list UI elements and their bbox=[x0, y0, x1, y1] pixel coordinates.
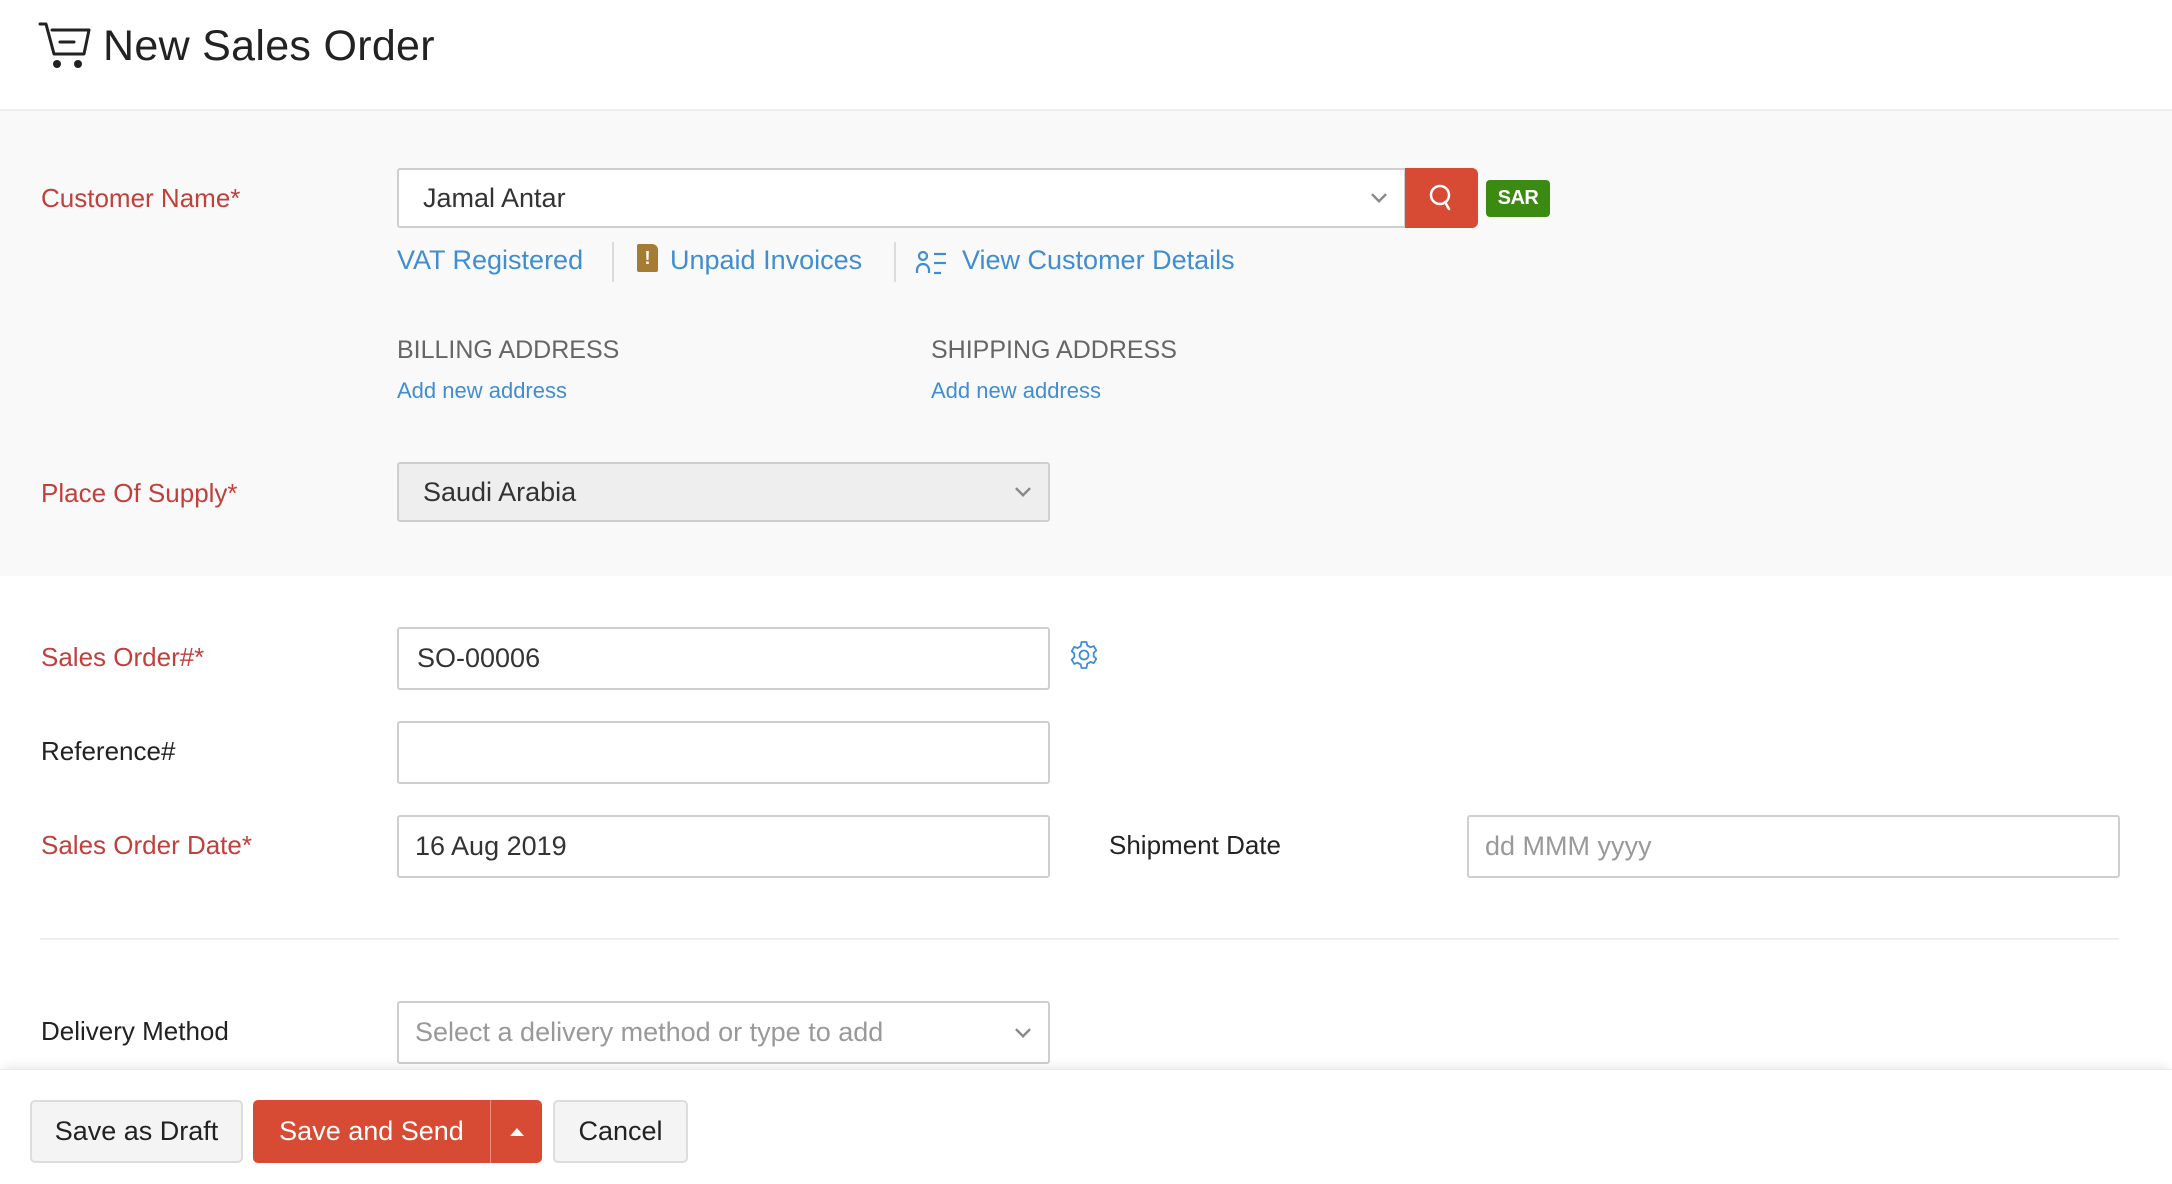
sales-order-date-value: 16 Aug 2019 bbox=[415, 831, 567, 861]
section-divider bbox=[40, 938, 2119, 940]
shipment-date-label: Shipment Date bbox=[1109, 830, 1281, 860]
delivery-method-label: Delivery Method bbox=[41, 1016, 229, 1046]
chevron-down-icon[interactable] bbox=[1015, 481, 1031, 497]
shipment-date-input[interactable]: dd MMM yyyy bbox=[1467, 815, 2120, 878]
place-of-supply-label: Place Of Supply* bbox=[41, 478, 238, 508]
shipping-add-address-link[interactable]: Add new address bbox=[931, 378, 1101, 404]
cancel-button[interactable]: Cancel bbox=[553, 1100, 688, 1163]
billing-address-heading: BILLING ADDRESS bbox=[397, 336, 620, 364]
page-title: New Sales Order bbox=[103, 22, 435, 70]
gear-icon[interactable] bbox=[1068, 639, 1100, 671]
sales-order-number-input[interactable]: SO-00006 bbox=[397, 627, 1050, 690]
reference-label: Reference# bbox=[41, 736, 176, 766]
sales-order-number-value: SO-00006 bbox=[417, 643, 541, 673]
unpaid-invoice-warning-icon: ! bbox=[637, 244, 658, 272]
sales-order-date-input[interactable]: 16 Aug 2019 bbox=[397, 815, 1050, 878]
shipment-date-placeholder: dd MMM yyyy bbox=[1485, 831, 1652, 861]
customer-details-icon bbox=[915, 250, 946, 275]
chevron-down-icon[interactable] bbox=[1015, 1021, 1031, 1038]
customer-name-select[interactable]: Jamal Antar bbox=[397, 168, 1406, 228]
vat-registered-link[interactable]: VAT Registered bbox=[397, 245, 583, 276]
sales-order-date-label: Sales Order Date* bbox=[41, 830, 252, 860]
view-customer-details-link[interactable]: View Customer Details bbox=[962, 245, 1235, 276]
link-separator bbox=[612, 242, 614, 282]
search-icon bbox=[1429, 184, 1450, 211]
save-and-send-options-button[interactable] bbox=[490, 1100, 542, 1163]
sales-order-number-label: Sales Order#* bbox=[41, 642, 205, 672]
customer-name-label: Customer Name* bbox=[41, 183, 241, 213]
place-of-supply-select[interactable]: Saudi Arabia bbox=[397, 462, 1050, 522]
reference-input[interactable] bbox=[397, 721, 1050, 784]
unpaid-invoices-link[interactable]: Unpaid Invoices bbox=[670, 245, 862, 276]
place-of-supply-value: Saudi Arabia bbox=[423, 476, 577, 507]
delivery-method-select[interactable]: Select a delivery method or type to add bbox=[397, 1001, 1050, 1064]
chevron-down-icon[interactable] bbox=[1371, 187, 1387, 203]
customer-name-value: Jamal Antar bbox=[423, 182, 566, 213]
link-separator bbox=[894, 242, 896, 282]
save-and-send-button[interactable]: Save and Send bbox=[253, 1100, 490, 1163]
save-as-draft-button[interactable]: Save as Draft bbox=[30, 1100, 243, 1163]
shopping-cart-icon bbox=[38, 22, 91, 68]
delivery-method-placeholder: Select a delivery method or type to add bbox=[415, 1017, 884, 1047]
shipping-address-heading: SHIPPING ADDRESS bbox=[931, 336, 1177, 364]
billing-add-address-link[interactable]: Add new address bbox=[397, 378, 567, 404]
customer-search-button[interactable] bbox=[1405, 168, 1478, 228]
currency-badge: SAR bbox=[1486, 180, 1550, 217]
caret-up-icon bbox=[509, 1127, 524, 1136]
